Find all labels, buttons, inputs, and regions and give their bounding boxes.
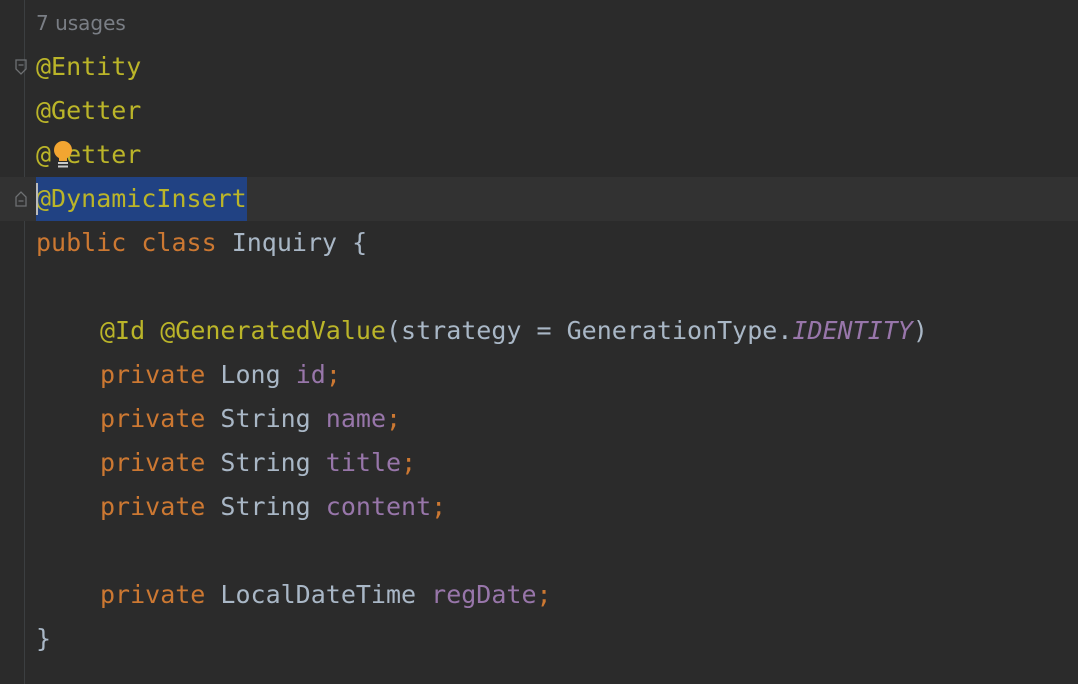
field-declaration: private Long id; [100, 353, 341, 397]
enum-constant: IDENTITY [792, 316, 913, 345]
keyword-private: private [100, 404, 206, 433]
semicolon: ; [401, 448, 417, 477]
semicolon: ; [536, 580, 552, 609]
open-brace: { [352, 228, 368, 257]
field-type: String [220, 448, 311, 477]
field-name: id [295, 360, 326, 389]
code-line-entity[interactable]: @Entity [0, 45, 1078, 89]
id-annotations: @Id @GeneratedValue(strategy = Generatio… [100, 309, 928, 353]
field-type: String [220, 492, 311, 521]
lightbulb-icon[interactable] [52, 140, 74, 170]
code-line-field[interactable]: private String content; [0, 485, 1078, 529]
annotation-getter: @Getter [36, 96, 142, 125]
annotation-setter-rest: etter [66, 140, 142, 169]
keyword-private: private [100, 360, 206, 389]
class-declaration: public class Inquiry { [36, 221, 367, 265]
semicolon: ; [325, 360, 341, 389]
annotation-generated-value: @GeneratedValue [160, 316, 386, 345]
fold-end-icon[interactable] [15, 191, 27, 207]
code-editor[interactable]: 7 usages @Entity @Getter @ etter @Dynamic… [0, 0, 1078, 684]
annotation-entity: @Entity [36, 52, 142, 81]
field-declaration: private String title; [100, 441, 416, 485]
annotation-dynamic-insert: @DynamicInsert [36, 177, 247, 221]
annotation-args-close: ) [912, 316, 928, 345]
keyword-private: private [100, 492, 206, 521]
field-type: LocalDateTime [220, 580, 417, 609]
annotation-setter-prefix: @ [36, 140, 52, 169]
code-line-field[interactable]: private String name; [0, 397, 1078, 441]
code-line-field[interactable]: private Long id; [0, 353, 1078, 397]
code-line-getter[interactable]: @Getter [0, 89, 1078, 133]
field-name: regDate [431, 580, 537, 609]
code-line-field[interactable]: private LocalDateTime regDate; [0, 573, 1078, 617]
field-type: Long [220, 360, 281, 389]
annotation-args: (strategy = GenerationType. [386, 316, 793, 345]
semicolon: ; [431, 492, 447, 521]
keyword-public: public [36, 228, 127, 257]
field-name: title [325, 448, 402, 477]
field-name: name [325, 404, 387, 433]
code-line-class-decl[interactable]: public class Inquiry { [0, 221, 1078, 265]
code-line-setter[interactable]: @ etter [0, 133, 1078, 177]
code-line-id-annotation[interactable]: @Id @GeneratedValue(strategy = Generatio… [0, 309, 1078, 353]
annotation-id: @Id [100, 316, 146, 345]
field-declaration: private String content; [100, 485, 446, 529]
field-declaration: private String name; [100, 397, 401, 441]
close-brace: } [36, 624, 52, 653]
field-type: String [220, 404, 311, 433]
semicolon: ; [386, 404, 402, 433]
code-line-close-brace[interactable]: } [0, 617, 1078, 661]
field-name: content [325, 492, 432, 521]
keyword-class: class [141, 228, 217, 257]
usages-hint[interactable]: 7 usages [36, 9, 126, 37]
code-line-dynamic-insert[interactable]: @DynamicInsert [0, 177, 1078, 221]
text-caret [36, 183, 38, 215]
fold-start-icon[interactable] [15, 59, 27, 75]
class-name: Inquiry [231, 228, 338, 257]
keyword-private: private [100, 580, 206, 609]
keyword-private: private [100, 448, 206, 477]
field-declaration: private LocalDateTime regDate; [100, 573, 552, 617]
code-line-field[interactable]: private String title; [0, 441, 1078, 485]
